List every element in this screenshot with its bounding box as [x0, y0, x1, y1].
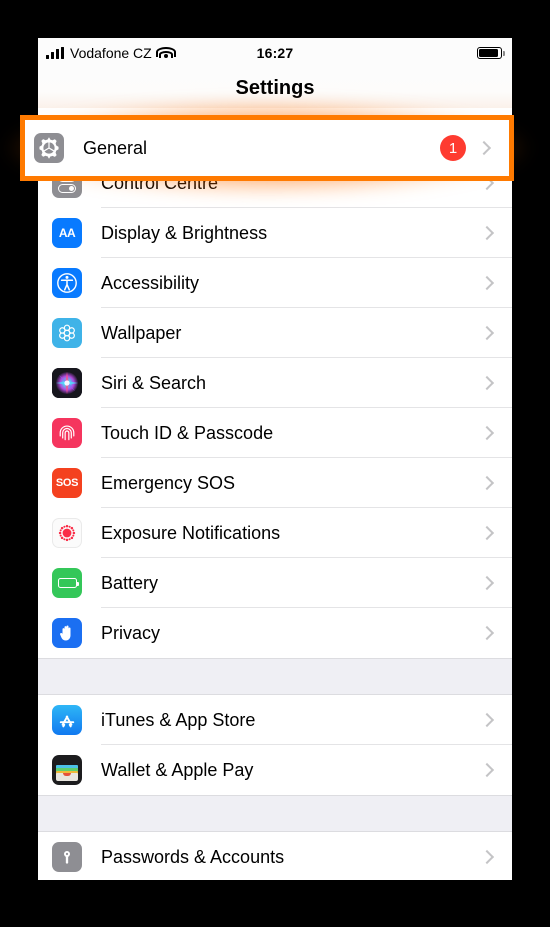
settings-row-touch-id[interactable]: Touch ID & Passcode: [38, 408, 512, 458]
settings-row-label: Privacy: [101, 622, 161, 643]
settings-row-display-brightness[interactable]: AA Display & Brightness: [38, 208, 512, 258]
exposure-notifications-icon: [52, 518, 82, 548]
accessibility-glyph: [57, 273, 77, 293]
settings-row-accessibility[interactable]: Accessibility: [38, 258, 512, 308]
phone-frame: Vodafone CZ 16:27 Settings AA Display & …: [0, 0, 550, 927]
chevron-right-icon: [479, 762, 495, 778]
settings-row-label: Battery: [101, 572, 159, 593]
gear-glyph: [39, 137, 59, 159]
settings-row-exposure-notifications[interactable]: Exposure Notifications: [38, 508, 512, 558]
settings-row-emergency-sos[interactable]: SOS Emergency SOS: [38, 458, 512, 508]
status-bar-right: [477, 47, 505, 59]
privacy-hand-icon: [52, 618, 82, 648]
settings-row-itunes-app-store[interactable]: iTunes & App Store: [38, 695, 512, 745]
settings-row-siri-search[interactable]: Siri & Search: [38, 358, 512, 408]
settings-row-label: Emergency SOS: [101, 472, 236, 493]
settings-row-label: Accessibility: [101, 272, 200, 293]
settings-row-battery[interactable]: Battery: [38, 558, 512, 608]
fingerprint-glyph: [59, 425, 75, 441]
settings-group-2: iTunes & App Store Wallet & Apple Pay: [38, 695, 512, 795]
chevron-right-icon: [479, 375, 495, 391]
status-badge: 1: [440, 135, 466, 161]
wifi-icon: [155, 47, 176, 59]
settings-row-label: Display & Brightness: [101, 222, 268, 243]
chevron-right-icon: [479, 712, 495, 728]
chevron-right-icon: [479, 275, 495, 291]
app-store-icon: [52, 705, 82, 735]
sos-icon: SOS: [52, 468, 82, 498]
settings-row-label: Passwords & Accounts: [101, 846, 285, 867]
wallpaper-glyph: [59, 324, 75, 342]
status-bar: Vodafone CZ 16:27: [38, 38, 512, 68]
settings-row-label: General: [83, 137, 148, 158]
gear-icon: [34, 133, 64, 163]
chevron-right-icon: [479, 849, 495, 865]
wallet-icon: [52, 755, 82, 785]
settings-list: General 1 Control Centre: [38, 108, 512, 880]
cellular-bars-icon: [46, 47, 64, 59]
general-row-highlight: General 1: [6, 101, 528, 195]
passwords-icon: [52, 842, 82, 872]
battery-settings-icon: [52, 568, 82, 598]
page-title: Settings: [235, 76, 315, 99]
group-separator: [38, 795, 512, 832]
settings-row-label: Exposure Notifications: [101, 522, 281, 543]
accessibility-icon: [52, 268, 82, 298]
battery-icon: [477, 47, 505, 59]
chevron-right-icon: [479, 225, 495, 241]
touch-id-icon: [52, 418, 82, 448]
chevron-right-icon: [476, 140, 492, 156]
chevron-right-icon: [479, 475, 495, 491]
hand-glyph: [60, 625, 71, 641]
settings-row-label: Wallet & Apple Pay: [101, 759, 254, 780]
settings-row-general-highlighted[interactable]: General 1: [25, 120, 509, 176]
chevron-right-icon: [479, 325, 495, 341]
settings-row-privacy[interactable]: Privacy: [38, 608, 512, 658]
display-brightness-icon: AA: [52, 218, 82, 248]
wallpaper-icon: [52, 318, 82, 348]
settings-row-passwords-accounts[interactable]: Passwords & Accounts: [38, 832, 512, 880]
chevron-right-icon: [479, 625, 495, 641]
settings-group-3: Passwords & Accounts: [38, 832, 512, 880]
settings-row-label: Siri & Search: [101, 372, 207, 393]
group-separator: [38, 658, 512, 695]
key-glyph: [64, 851, 70, 864]
settings-row-label: iTunes & App Store: [101, 709, 256, 730]
app-store-glyph: [59, 715, 75, 728]
settings-row-label: Touch ID & Passcode: [101, 422, 274, 443]
chevron-right-icon: [479, 525, 495, 541]
exposure-glyph: [58, 524, 76, 542]
chevron-right-icon: [479, 425, 495, 441]
carrier-label: Vodafone CZ: [70, 45, 152, 61]
chevron-right-icon: [479, 575, 495, 591]
siri-icon: [52, 368, 82, 398]
settings-row-label: Wallpaper: [101, 322, 182, 343]
settings-row-wallet-apple-pay[interactable]: Wallet & Apple Pay: [38, 745, 512, 795]
siri-glyph: [52, 368, 82, 398]
settings-row-wallpaper[interactable]: Wallpaper: [38, 308, 512, 358]
